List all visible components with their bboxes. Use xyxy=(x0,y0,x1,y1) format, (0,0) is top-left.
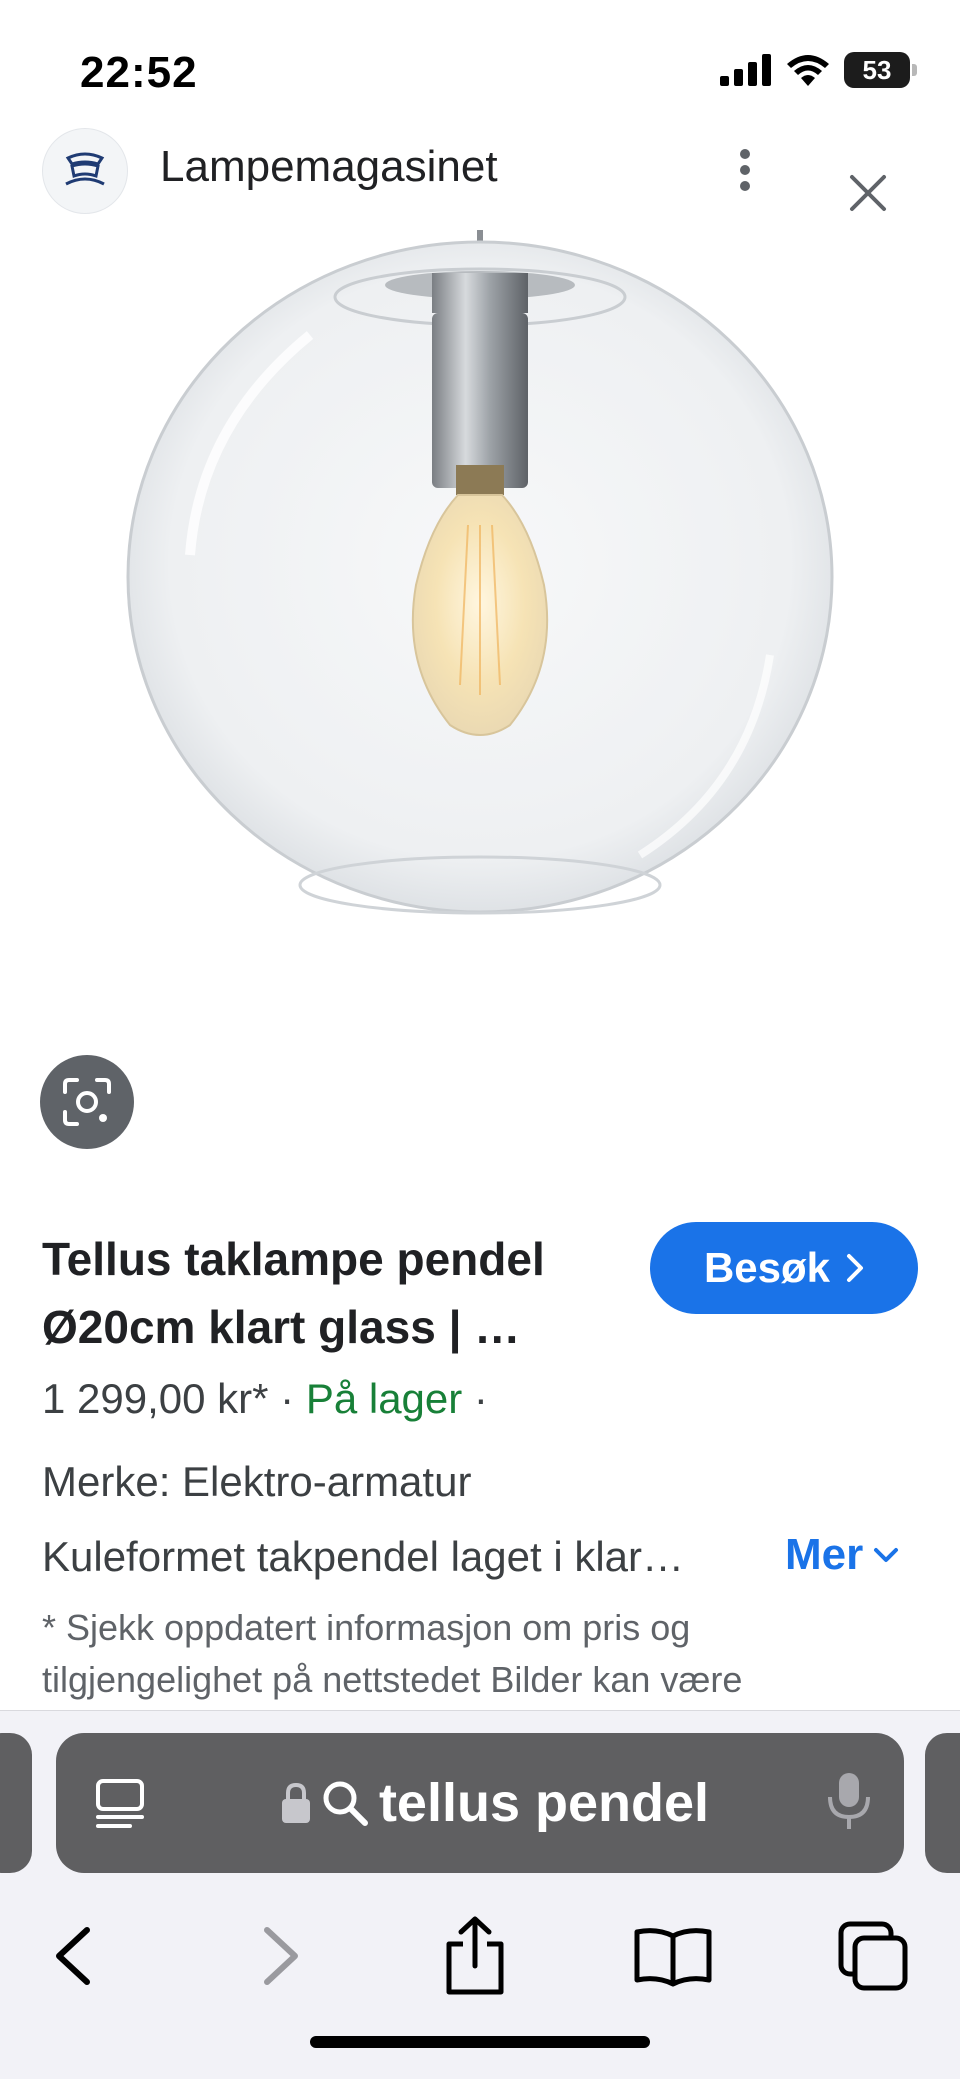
product-image[interactable] xyxy=(80,225,880,965)
trailing-separator: · xyxy=(462,1375,488,1422)
disclaimer: * Sjekk oppdatert informasjon om pris og… xyxy=(42,1607,743,1700)
status-bar: 22:52 53 xyxy=(0,0,960,120)
next-tab-preview[interactable] xyxy=(925,1733,960,1873)
more-button[interactable]: Mer xyxy=(785,1530,899,1580)
price-line: 1 299,00 kr* · På lager · xyxy=(42,1375,488,1423)
visit-button[interactable]: Besøk xyxy=(650,1222,918,1314)
address-query: tellus pendel xyxy=(378,1773,710,1833)
address-content[interactable]: tellus pendel xyxy=(56,1733,904,1873)
lock-icon xyxy=(281,1782,310,1823)
previous-tab-preview[interactable] xyxy=(0,1733,32,1873)
back-icon[interactable] xyxy=(28,1911,118,2001)
address-bar[interactable]: tellus pendel xyxy=(56,1733,904,1873)
price: 1 299,00 kr* xyxy=(42,1375,269,1422)
visit-label: Besøk xyxy=(703,1244,831,1291)
lens-search-icon[interactable] xyxy=(40,1055,134,1149)
share-icon[interactable] xyxy=(430,1911,520,2001)
wifi-icon xyxy=(787,55,829,86)
site-name[interactable]: Lampemagasinet xyxy=(160,142,498,192)
product-description: Kuleformet takpendel laget i klar… xyxy=(42,1533,684,1580)
stock-status: På lager xyxy=(305,1375,463,1422)
chevron-right-icon xyxy=(847,1254,864,1282)
mic-icon[interactable] xyxy=(824,1769,874,1838)
signal-icon xyxy=(720,54,771,86)
battery-level: 53 xyxy=(862,54,892,85)
price-separator: · xyxy=(268,1375,306,1422)
tabs-icon[interactable] xyxy=(828,1911,918,2001)
forward-icon[interactable] xyxy=(236,1911,326,2001)
more-vert-icon[interactable] xyxy=(725,140,765,200)
browser-bottom-bar: tellus pendel xyxy=(0,1710,960,2079)
battery-icon: 53 xyxy=(844,52,917,88)
product-title[interactable]: Tellus taklampe pendel Ø20cm klart glass… xyxy=(42,1225,622,1361)
close-icon[interactable] xyxy=(840,165,896,221)
lamp-logo-icon xyxy=(42,128,128,214)
chevron-down-icon xyxy=(874,1548,899,1562)
toolbar xyxy=(0,1891,960,2011)
bookmarks-icon[interactable] xyxy=(628,1911,718,2001)
site-header: Lampemagasinet xyxy=(0,120,960,230)
brand-line: Merke: Elektro-armatur xyxy=(42,1458,472,1505)
home-indicator[interactable] xyxy=(310,2036,650,2048)
status-icons: 53 xyxy=(720,52,917,88)
status-time: 22:52 xyxy=(80,48,198,97)
search-icon xyxy=(323,1781,368,1826)
more-label: Mer xyxy=(785,1530,864,1579)
